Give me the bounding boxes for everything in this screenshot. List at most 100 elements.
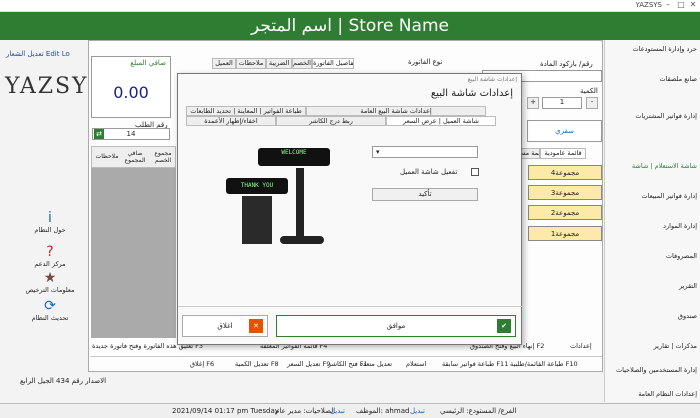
license-label: معلومات الترخيص	[25, 286, 75, 294]
confirm-button[interactable]: تأكيد	[372, 188, 478, 201]
sidebar-item-reports[interactable]: التقرير	[613, 282, 697, 290]
minimize-button[interactable]: –	[662, 0, 674, 12]
ok-button[interactable]: موافق ✔	[276, 315, 516, 337]
status-bar: 2021/09/14 01:17 pm Tuesday الصلاحيات: م…	[0, 403, 700, 418]
display-text-bottom: THANK YOU	[240, 182, 274, 189]
close-button[interactable]: ✕	[687, 0, 699, 12]
close-dialog-label: اغلاق	[217, 322, 233, 330]
ok-label: موافق	[386, 322, 406, 330]
display-screen-bottom: THANK YOU	[226, 178, 288, 194]
barcode-label: رقم/ باركود المادة	[540, 60, 593, 68]
col-notes: ملاحظات	[95, 153, 119, 160]
tab-cash-drawer[interactable]: ربط درج الكاشر	[276, 116, 386, 126]
tab-hide-show-columns[interactable]: اخفاء/إظهار الأعمدة	[186, 116, 276, 126]
update-item[interactable]: ⟳ تحديث النظام	[14, 298, 86, 322]
tab-vertical-list[interactable]: قائمة عامودية	[540, 148, 586, 159]
display-port-select[interactable]: ▾	[372, 146, 478, 158]
qty-label: الكمية	[580, 87, 598, 95]
qty-minus-button[interactable]: -	[586, 97, 598, 109]
tab-customer[interactable]: العميل	[212, 58, 236, 69]
refresh-order-icon[interactable]: ⇄	[94, 129, 104, 139]
datetime-label: 2021/09/14 01:17 pm Tuesday	[172, 407, 279, 415]
employee-label: الموظف: ahmad	[356, 407, 410, 415]
sidebar-item-settings[interactable]: إعدادات النظام العامة	[613, 390, 697, 398]
items-grid[interactable]	[91, 168, 176, 338]
support-item[interactable]: ? مركز الدعم	[20, 244, 80, 268]
invoice-tabs: العميل ملاحظات الضريبة الخصم تفاصيل الفا…	[212, 58, 367, 70]
sidebar-item-cashbox[interactable]: صندوق	[613, 312, 697, 320]
lifebuoy-icon: ?	[46, 244, 54, 260]
sidebar-item-users[interactable]: إدارة المستخدمين والصلاحيات	[613, 366, 697, 374]
about-label: حول النظام	[34, 226, 66, 234]
tab-discount[interactable]: الخصم	[292, 58, 312, 69]
sidebar-item-warehouse[interactable]: حرد وإدارة المستودعات	[613, 45, 697, 53]
sidebar-item-expenses[interactable]: المصروفات	[613, 252, 697, 260]
tab-general-settings[interactable]: إعدادات شاشة البيع العامة	[306, 106, 486, 116]
function-keys-bar: إغلاق F6 تعديل الكمية F8 تعديل السعر F9 …	[90, 356, 602, 371]
col-net-total: صافي المجموع	[124, 150, 146, 164]
about-item[interactable]: i حول النظام	[20, 210, 80, 234]
dialog-divider	[178, 306, 523, 307]
group-button-3[interactable]: مجموعة3	[528, 185, 602, 200]
net-amount-box: صافي المبلغ 0.00	[91, 56, 171, 118]
update-label: تحديث النظام	[31, 314, 69, 322]
col-discount-total: مجموع الخصم	[154, 150, 172, 164]
tab-invoice-details[interactable]: تفاصيل الفاتورة	[312, 58, 354, 69]
group-button-4[interactable]: مجموعة4	[528, 165, 602, 180]
tab-customer-display[interactable]: شاشة العميل | عرض السعر	[386, 116, 496, 126]
maximize-button[interactable]: □	[675, 0, 687, 12]
version-label: الاصدار رقم 434 الجيل الرابع	[20, 377, 107, 385]
edit-logo-link[interactable]: تعديل الشعار Edit Lo	[6, 50, 70, 58]
invoice-type-label: نوع الفاتورة	[408, 58, 443, 66]
display-stand-small	[242, 196, 272, 244]
net-amount-label: صافي المبلغ	[130, 59, 166, 67]
group-button-1[interactable]: مجموعة1	[528, 226, 602, 241]
sidebar-item-query[interactable]: شاشة الاستعلام | شاشة	[613, 162, 697, 170]
qty-input[interactable]: 1	[542, 97, 582, 109]
customer-display-image: WELCOME THANK YOU	[218, 144, 348, 254]
print-list-f10-button[interactable]: طباعة القائمة/طلبية F10	[510, 360, 578, 368]
close-x-icon: ✕	[249, 319, 263, 333]
print-previous-f11-button[interactable]: طباعة فواتير سابقة F11	[442, 360, 508, 368]
takeaway-button[interactable]: سفري	[527, 120, 602, 142]
main-sidebar: حرد وإدارة المستودعات صانع ملصقات إدارة …	[604, 40, 700, 402]
sidebar-item-purchases[interactable]: إدارة فواتير المشتريات	[613, 112, 697, 120]
sidebar-item-notes[interactable]: مذكرات | تقارير	[613, 342, 697, 350]
display-screen-top: WELCOME	[258, 148, 330, 166]
display-text-top: WELCOME	[281, 149, 307, 156]
close-dialog-button[interactable]: اغلاق ✕	[182, 315, 268, 337]
switch-user-link[interactable]: تبديل	[330, 407, 345, 415]
enable-display-checkbox[interactable]	[471, 168, 479, 176]
settings-button[interactable]: إعدادات	[570, 342, 592, 350]
display-pole	[296, 168, 304, 236]
edit-price-f9-button[interactable]: تعديل السعر F9	[287, 360, 330, 368]
dialog-tabs: طباعة الفواتير | المعاينة | تحديد الطابع…	[186, 106, 516, 128]
qty-plus-button[interactable]: +	[527, 97, 539, 109]
sidebar-item-resources[interactable]: إدارة الموارد	[613, 222, 697, 230]
branch-label: الفرع/ المستودع: الرئيسي	[440, 407, 517, 415]
sidebar-item-sales[interactable]: إدارة فواتير المبيعات	[613, 192, 697, 200]
store-header: اسم المتجر | Store Name	[0, 12, 700, 40]
close-f6-button[interactable]: إغلاق F6	[190, 360, 214, 368]
tab-notes[interactable]: ملاحظات	[236, 58, 266, 69]
net-amount-value: 0.00	[113, 83, 149, 102]
query-button[interactable]: استعلام	[406, 360, 426, 368]
grid-header: مجموع الخصم صافي المجموع ملاحظات	[91, 146, 176, 168]
tab-print-invoices[interactable]: طباعة الفواتير | المعاينة | تحديد الطابع…	[186, 106, 306, 116]
support-label: مركز الدعم	[34, 260, 66, 268]
tab-tax[interactable]: الضريبة	[266, 58, 292, 69]
switch-branch-link[interactable]: تبديل	[410, 407, 425, 415]
refresh-icon: ⟳	[44, 298, 56, 314]
edit-qty-f8-button[interactable]: تعديل الكمية F8	[235, 360, 279, 368]
display-base	[280, 236, 324, 244]
menu-tabs: قائمة مسدلة قائمة عامودية	[510, 148, 602, 160]
sidebar-item-labels[interactable]: صانع ملصقات	[613, 75, 698, 83]
group-button-2[interactable]: مجموعة2	[528, 205, 602, 220]
permissions-label: الصلاحيات: مدير عام	[275, 407, 336, 415]
license-item[interactable]: ★ معلومات الترخيص	[14, 270, 86, 294]
certificate-icon: ★	[43, 270, 57, 286]
multi-edit-button[interactable]: تعديل متعدد	[360, 360, 392, 368]
sales-settings-dialog: إعدادات شاشة البيع إعدادات شاشة البيع طب…	[177, 73, 523, 345]
info-icon: i	[48, 210, 52, 226]
window-titlebar: YAZSYS – □ ✕	[0, 0, 700, 12]
